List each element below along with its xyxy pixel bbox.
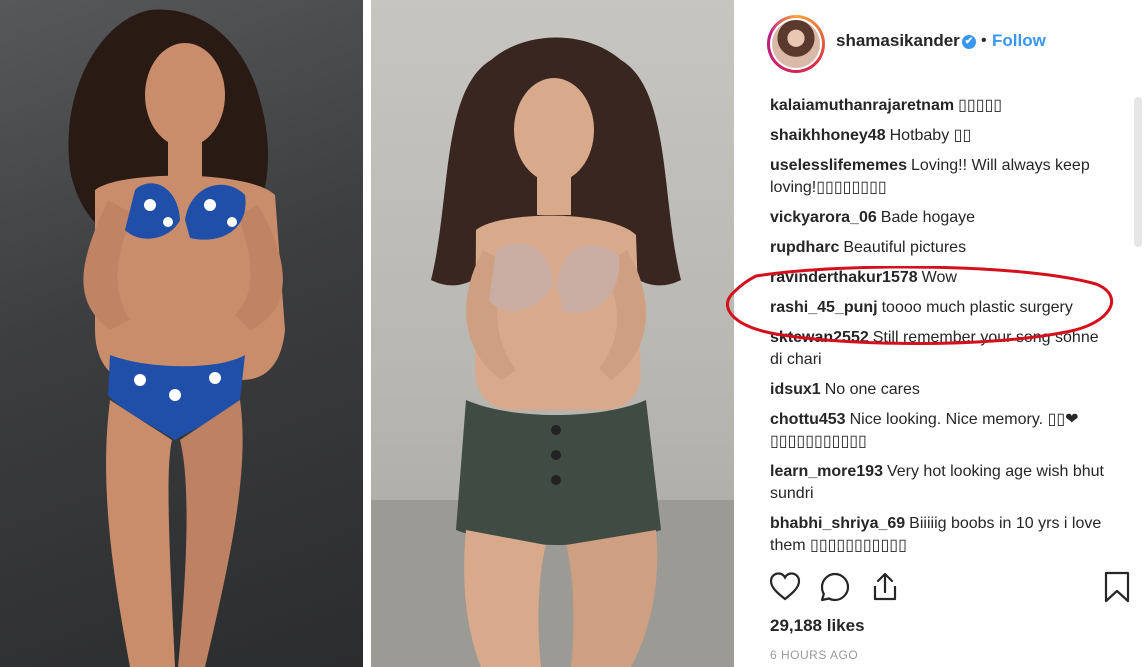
- post-photo-left: [0, 0, 363, 667]
- comment-item: bhabhi_shriya_69 Biiiiig boobs in 10 yrs …: [770, 513, 1112, 555]
- comments-scrollbar[interactable]: [1134, 95, 1142, 555]
- comment-author[interactable]: vickyarora_06: [770, 209, 877, 226]
- follow-button[interactable]: Follow: [992, 31, 1046, 51]
- comment-author[interactable]: learn_more193: [770, 463, 883, 480]
- comment-author[interactable]: kalaiamuthanrajaretnam: [770, 97, 954, 114]
- comment-author[interactable]: uselesslifememes: [770, 157, 907, 174]
- comment-item: idsux1 No one cares: [770, 379, 1112, 401]
- comment-item: chottu453 Nice looking. Nice memory. ▯▯❤ …: [770, 409, 1112, 453]
- comment-text: Hotbaby ▯▯: [889, 127, 972, 144]
- comment-bubble-icon[interactable]: [818, 570, 852, 604]
- comment-text: Bade hogaye: [880, 209, 976, 226]
- comment-item: rupdharc Beautiful pictures: [770, 237, 1112, 259]
- comment-item: shaikhhoney48 Hotbaby ▯▯: [770, 125, 1112, 147]
- comment-item: ravinderthakur1578 Wow: [770, 267, 1112, 289]
- post-timestamp: 6 HOURS AGO: [770, 648, 859, 662]
- comment-author[interactable]: chottu453: [770, 411, 846, 428]
- comment-text: No one cares: [824, 381, 920, 398]
- comment-item: vickyarora_06 Bade hogaye: [770, 207, 1112, 229]
- comment-item: learn_more193 Very hot looking age wish b…: [770, 461, 1112, 505]
- scrollbar-thumb[interactable]: [1134, 97, 1142, 247]
- comment-item: kalaiamuthanrajaretnam ▯▯▯▯▯: [770, 95, 1112, 117]
- comment-text: Wow: [921, 269, 957, 286]
- verified-badge-icon: ✔: [962, 35, 976, 49]
- share-upload-icon[interactable]: [868, 570, 902, 604]
- separator-dot: •: [981, 32, 987, 49]
- post-header: shamasikander ✔ • Follow: [734, 0, 1146, 88]
- heart-icon[interactable]: [768, 570, 802, 604]
- action-bar: [768, 570, 1130, 610]
- photo-right-figure: [371, 37, 734, 667]
- comment-item: rashi_45_punj toooo much plastic surgery: [770, 297, 1112, 319]
- comment-author[interactable]: idsux1: [770, 381, 821, 398]
- avatar[interactable]: [767, 15, 825, 73]
- comment-author[interactable]: rupdharc: [770, 239, 839, 256]
- comment-text: toooo much plastic surgery: [881, 299, 1073, 316]
- comment-item: uselesslifememes Loving!! Will always kee…: [770, 155, 1112, 199]
- bookmark-icon[interactable]: [1100, 570, 1134, 604]
- comment-author[interactable]: sktewan2552: [770, 329, 869, 346]
- comment-text: ▯▯▯▯▯: [958, 97, 1003, 114]
- username[interactable]: shamasikander: [836, 31, 960, 51]
- comment-item: sktewan2552 Still remember your song sohn…: [770, 327, 1112, 371]
- comment-author[interactable]: rashi_45_punj: [770, 299, 878, 316]
- likes-count[interactable]: 29,188 likes: [770, 616, 865, 636]
- comment-author[interactable]: shaikhhoney48: [770, 127, 886, 144]
- post-details-panel: shamasikander ✔ • Follow kalaiamuthanraj…: [734, 0, 1146, 667]
- comment-author[interactable]: bhabhi_shriya_69: [770, 515, 905, 532]
- photo-left-figure: [68, 9, 285, 667]
- post-photo-right: [371, 0, 734, 667]
- comments-list[interactable]: kalaiamuthanrajaretnam ▯▯▯▯▯ shaikhhoney4…: [770, 95, 1112, 555]
- comment-author[interactable]: ravinderthakur1578: [770, 269, 918, 286]
- comment-text: Beautiful pictures: [843, 239, 967, 256]
